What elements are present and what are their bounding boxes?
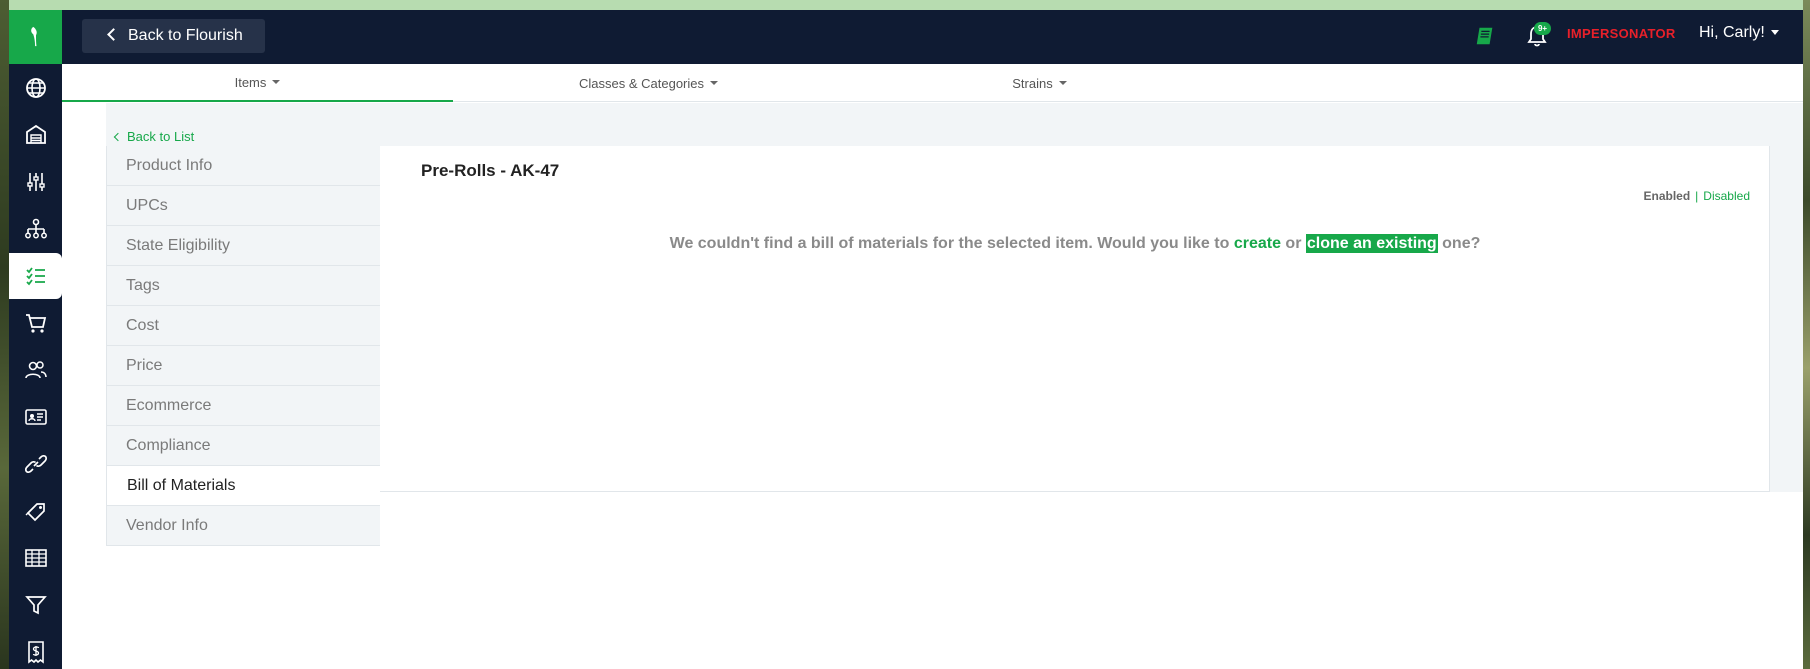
- empty-message-suffix: one?: [1442, 235, 1481, 252]
- status-separator: |: [1695, 189, 1699, 203]
- chevron-left-icon: [113, 132, 123, 142]
- menu-item-price[interactable]: Price: [106, 346, 380, 386]
- tab-classes-categories[interactable]: Classes & Categories: [453, 64, 844, 102]
- impersonator-label: IMPERSONATOR: [1567, 26, 1676, 41]
- back-to-list-label: Back to List: [127, 129, 195, 144]
- sidebar-item-tables[interactable]: [9, 535, 62, 581]
- user-menu[interactable]: Hi, Carly!: [1699, 24, 1779, 42]
- right-gutter: [1770, 146, 1803, 492]
- status-enabled[interactable]: Enabled: [1643, 189, 1690, 203]
- menu-item-upcs[interactable]: UPCs: [106, 186, 380, 226]
- sidebar-item-receipts[interactable]: [9, 629, 62, 669]
- desktop-background-top: [0, 0, 1810, 10]
- content-header-band: [106, 103, 1803, 146]
- warehouse-icon: [25, 124, 46, 144]
- back-to-flourish-label: Back to Flourish: [128, 27, 243, 44]
- users-icon: [24, 361, 47, 379]
- table-icon: [24, 549, 47, 567]
- tag-icon: [25, 503, 45, 522]
- back-to-list-link[interactable]: Back to List: [113, 129, 195, 144]
- id-card-icon: [24, 409, 47, 425]
- sidebar-item-org-chart[interactable]: [9, 206, 62, 252]
- bill-of-materials-panel: Pre-Rolls - AK-47 Enabled | Disabled We co…: [380, 146, 1770, 492]
- list-check-icon: [25, 267, 45, 286]
- sidebar-item-items[interactable]: [9, 253, 62, 299]
- menu-item-product-info[interactable]: Product Info: [106, 146, 380, 186]
- desktop-background-right: [1803, 0, 1810, 669]
- tab-items[interactable]: Items: [62, 64, 453, 102]
- tab-classes-categories-label: Classes & Categories: [579, 75, 704, 91]
- menu-item-cost[interactable]: Cost: [106, 306, 380, 346]
- menu-item-compliance[interactable]: Compliance: [106, 426, 380, 466]
- sidebar-item-cart[interactable]: [9, 300, 62, 346]
- back-to-flourish-button[interactable]: Back to Flourish: [82, 19, 265, 53]
- link-icon: [24, 454, 47, 474]
- tab-items-label: Items: [234, 74, 267, 90]
- top-navbar: Back to Flourish 9+ IMPERSONATOR Hi, Car…: [9, 10, 1803, 64]
- caret-down-icon: [272, 80, 281, 84]
- tab-strains-label: Strains: [1012, 75, 1053, 91]
- sidebar-item-tags[interactable]: [9, 488, 62, 534]
- caret-down-icon: [710, 81, 718, 85]
- book-icon[interactable]: [1474, 25, 1496, 47]
- clone-existing-link[interactable]: clone an existing: [1305, 234, 1438, 253]
- icon-sidebar: [9, 64, 62, 669]
- menu-item-vendor-info[interactable]: Vendor Info: [106, 506, 380, 546]
- caret-down-icon: [1058, 81, 1067, 85]
- chevron-left-icon: [107, 28, 120, 41]
- tab-strains[interactable]: Strains: [844, 64, 1235, 102]
- empty-state-message: We couldn't find a bill of materials for…: [380, 234, 1770, 253]
- menu-item-state-eligibility[interactable]: State Eligibility: [106, 226, 380, 266]
- receipt-icon: [27, 641, 44, 664]
- status-toggle: Enabled | Disabled: [1643, 189, 1750, 203]
- empty-message-or: or: [1285, 235, 1302, 252]
- sidebar-item-settings-sliders[interactable]: [9, 159, 62, 205]
- caret-down-icon: [1770, 30, 1779, 36]
- notification-badge: 9+: [1534, 22, 1551, 35]
- item-title: Pre-Rolls - AK-47: [421, 161, 560, 180]
- flourish-logo[interactable]: [9, 10, 62, 64]
- globe-icon: [25, 78, 46, 98]
- filter-icon: [24, 596, 47, 615]
- org-chart-icon: [24, 218, 47, 239]
- leaf-icon: [30, 26, 37, 47]
- sidebar-item-id-cards[interactable]: [9, 394, 62, 440]
- status-disabled[interactable]: Disabled: [1703, 189, 1750, 203]
- user-greeting: Hi, Carly!: [1699, 24, 1765, 41]
- sidebar-item-globe[interactable]: [9, 65, 62, 111]
- menu-item-ecommerce[interactable]: Ecommerce: [106, 386, 380, 426]
- menu-item-tags[interactable]: Tags: [106, 266, 380, 306]
- sidebar-item-integrations[interactable]: [9, 441, 62, 487]
- menu-item-bill-of-materials[interactable]: Bill of Materials: [106, 466, 380, 506]
- sidebar-item-filter[interactable]: [9, 582, 62, 628]
- cart-icon: [25, 314, 46, 333]
- item-section-menu: Product Info UPCs State Eligibility Tags…: [106, 146, 380, 546]
- sidebar-item-warehouse[interactable]: [9, 112, 62, 158]
- sub-navigation: Items Classes & Categories Strains: [62, 64, 1803, 102]
- empty-message-prefix: We couldn't find a bill of materials for…: [669, 235, 1230, 252]
- sidebar-item-users[interactable]: [9, 347, 62, 393]
- app-window: Back to Flourish 9+ IMPERSONATOR Hi, Car…: [9, 10, 1803, 669]
- sliders-icon: [26, 173, 45, 191]
- create-link[interactable]: create: [1234, 235, 1281, 252]
- desktop-background-left: [0, 0, 9, 669]
